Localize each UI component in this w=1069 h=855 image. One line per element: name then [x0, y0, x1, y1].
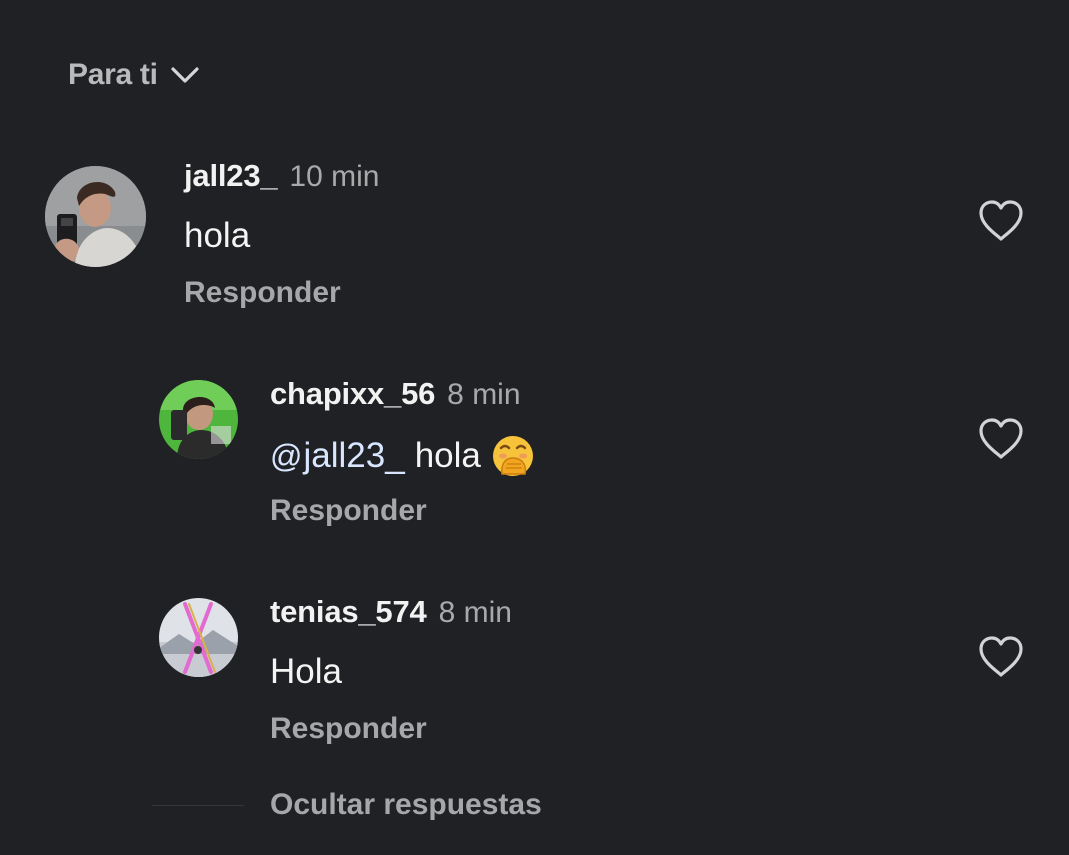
heart-outline-icon[interactable]: [977, 635, 1025, 679]
comment-timestamp: 10 min: [289, 160, 380, 193]
comment-username[interactable]: jall23_: [184, 158, 278, 194]
comment-timestamp: 8 min: [438, 596, 512, 629]
heart-outline-icon[interactable]: [977, 417, 1025, 461]
comment-username[interactable]: tenias_574: [270, 594, 427, 630]
comment-text: hola: [184, 216, 250, 256]
comment-text: Hola: [270, 652, 342, 692]
reply-button[interactable]: Responder: [270, 494, 427, 528]
comment-meta: tenias_574 8 min: [270, 594, 512, 630]
comment-timestamp: 8 min: [447, 378, 521, 411]
comment-meta: chapixx_56 8 min: [270, 376, 521, 412]
reply-button[interactable]: Responder: [270, 712, 427, 746]
comment-meta: jall23_ 10 min: [184, 158, 379, 194]
replies-divider: [152, 805, 244, 806]
mention-link[interactable]: @ jall23_: [270, 436, 405, 476]
comment-text: @ jall23_ hola: [270, 434, 535, 478]
feed-filter-label: Para ti: [68, 58, 158, 91]
comment-body: hola: [184, 216, 251, 255]
avatar[interactable]: [45, 166, 146, 267]
feed-filter-dropdown[interactable]: Para ti: [68, 58, 200, 92]
comment-body: Hola: [270, 652, 342, 691]
comment-body: hola: [414, 436, 481, 475]
hide-replies-button[interactable]: Ocultar respuestas: [270, 788, 542, 822]
heart-outline-icon[interactable]: [977, 199, 1025, 243]
face-with-hand-over-mouth-icon: [491, 434, 535, 478]
mention-username: jall23_: [303, 436, 405, 475]
avatar[interactable]: [159, 598, 238, 677]
avatar[interactable]: [159, 380, 238, 459]
at-sign-icon: @: [270, 437, 303, 474]
comment-username[interactable]: chapixx_56: [270, 376, 435, 412]
chevron-down-icon: [170, 65, 200, 85]
reply-button[interactable]: Responder: [184, 276, 341, 310]
